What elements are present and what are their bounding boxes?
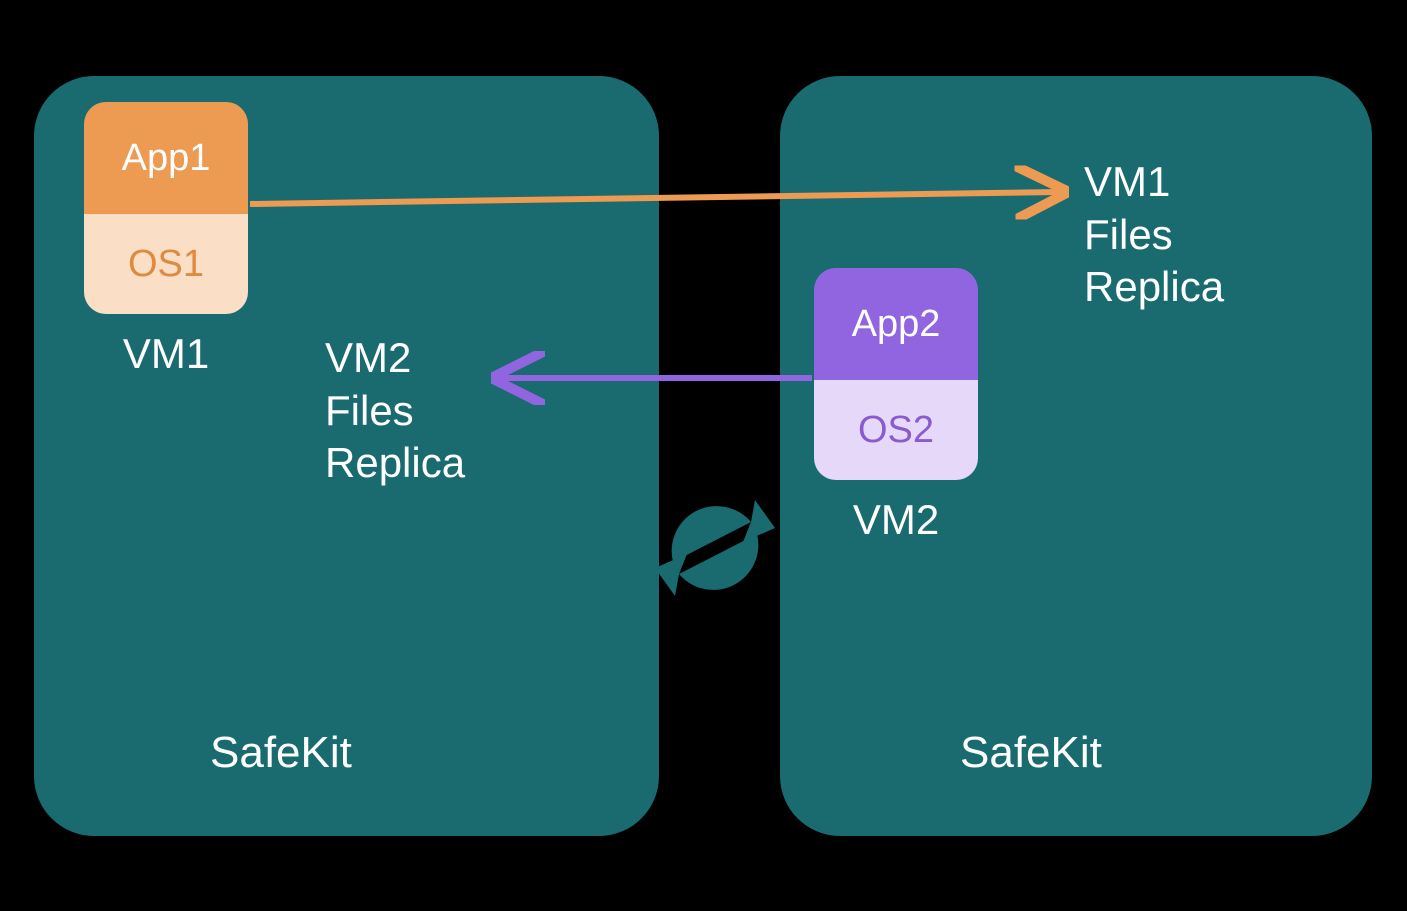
vm1-replica-text: VM1 Files Replica — [1084, 156, 1224, 314]
diagram-stage: App1 OS1 VM1 App2 OS2 VM2 VM2 Files Repl… — [0, 0, 1407, 911]
vm2-replica-text: VM2 Files Replica — [325, 332, 465, 490]
app1-label: App1 — [122, 137, 211, 180]
sync-icon — [655, 500, 775, 596]
app2-box: App2 — [814, 268, 978, 380]
app2-label: App2 — [852, 303, 941, 346]
os1-label: OS1 — [128, 243, 204, 286]
vm2-label: VM2 — [814, 496, 978, 544]
safekit-title-left: SafeKit — [210, 728, 352, 778]
vm2-stack: App2 OS2 VM2 — [814, 268, 978, 544]
app1-box: App1 — [84, 102, 248, 214]
vm1-stack: App1 OS1 VM1 — [84, 102, 248, 378]
safekit-title-right: SafeKit — [960, 728, 1102, 778]
vm1-label: VM1 — [84, 330, 248, 378]
os2-box: OS2 — [814, 380, 978, 480]
os1-box: OS1 — [84, 214, 248, 314]
os2-label: OS2 — [858, 409, 934, 452]
